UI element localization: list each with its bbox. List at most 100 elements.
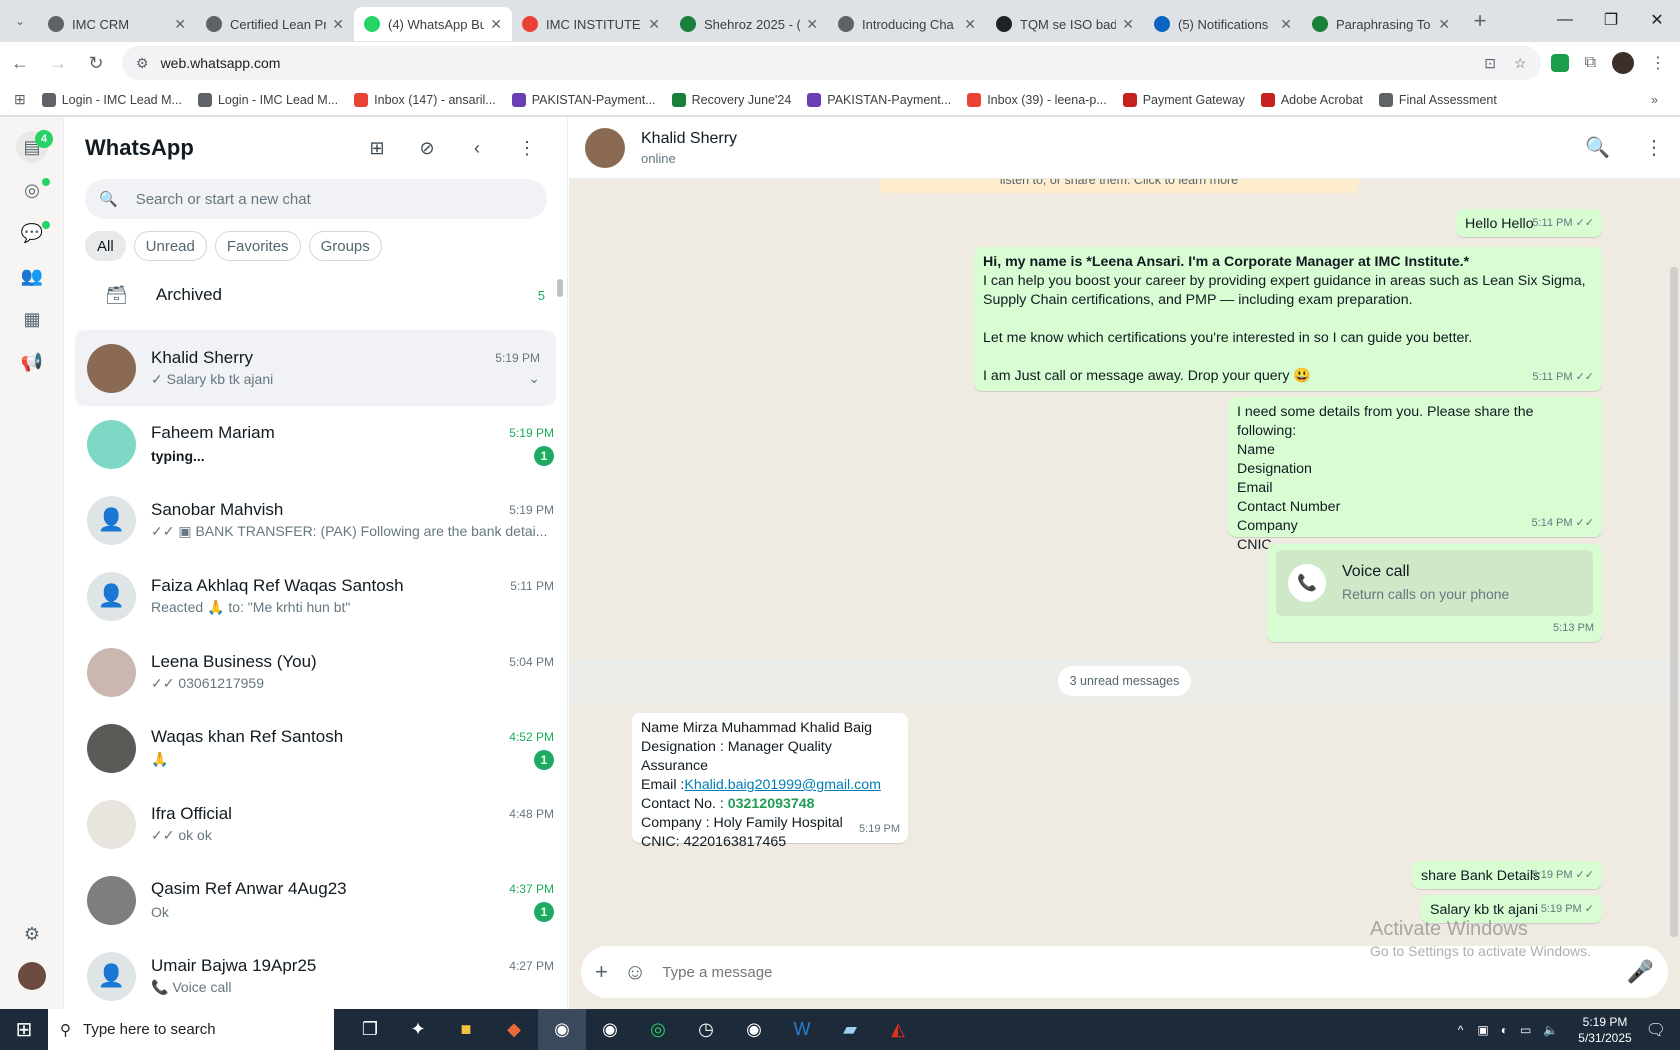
new-tab-button[interactable]: + (1462, 3, 1498, 39)
bookmark-item[interactable]: Inbox (147) - ansaril... (354, 92, 496, 107)
bookmark-item[interactable]: PAKISTAN-Payment... (511, 92, 656, 107)
chat-list-item[interactable]: 👤 Faiza Akhlaq Ref Waqas Santosh 5:11 PM Re… (65, 558, 568, 634)
ads-megaphone-icon[interactable]: 📢 (16, 346, 48, 378)
close-window-button[interactable]: ✕ (1634, 0, 1680, 40)
tab-close-icon[interactable]: ✕ (1122, 16, 1134, 33)
bookmark-star-icon[interactable]: ☆ (1514, 55, 1527, 72)
settings-gear-icon[interactable]: ⚙ (16, 918, 48, 950)
windows-start-icon[interactable]: ⊞ (0, 1009, 48, 1050)
message-bubble-outgoing[interactable]: I need some details from you. Please sha… (1228, 397, 1602, 553)
bookmark-item[interactable]: Inbox (39) - leena-p... (967, 92, 1107, 107)
taskbar-clock[interactable]: 5:19 PM 5/31/2025 (1578, 1014, 1631, 1046)
whatsapp-icon[interactable]: ◎ (634, 1009, 682, 1050)
chrome-icon[interactable]: ◉ (538, 1009, 586, 1050)
browser-tab[interactable]: IMC CRM ✕ (38, 7, 196, 41)
acrobat-icon[interactable]: ◭ (874, 1009, 922, 1050)
email-link[interactable]: Khalid.baig201999@gmail.com (684, 777, 881, 793)
chat-list-item[interactable]: Leena Business (You) 5:04 PM ✓✓ 0306121795… (65, 634, 568, 710)
browser-tab[interactable]: TQM se ISO bad ✕ (986, 7, 1144, 41)
message-bubble-outgoing[interactable]: share Bank Details 5:19 PM ✓✓ (1412, 861, 1602, 889)
profile-avatar[interactable] (1612, 52, 1634, 74)
taskbar-search[interactable]: ⚲ Type here to search (48, 1009, 334, 1050)
chat-list-item[interactable]: Waqas khan Ref Santosh 4:52 PM 🙏 1 (65, 710, 568, 786)
message-bubble-outgoing[interactable]: Hi, my name is *Leena Ansari. I'm a Corp… (974, 247, 1602, 391)
volume-icon[interactable]: 🔈 (1543, 1023, 1558, 1037)
minimize-button[interactable]: — (1542, 0, 1588, 40)
app-icon[interactable]: ◆ (490, 1009, 538, 1050)
chat-list-item[interactable]: Khalid Sherry 5:19 PM ✓ Salary kb tk ajani… (75, 330, 556, 406)
catalog-icon[interactable]: ▦ (16, 303, 48, 335)
browser-tab[interactable]: Certified Lean Pr ✕ (196, 7, 354, 41)
conversation-header[interactable]: Khalid Sherry online 🔍 ⋮ (569, 117, 1680, 179)
phone-number-link[interactable]: 03212093748 (728, 796, 815, 812)
bookmark-item[interactable]: Adobe Acrobat (1260, 92, 1363, 107)
menu-dots-icon[interactable]: ⋮ (1644, 135, 1664, 160)
chat-list-item[interactable]: Ifra Official 4:48 PM ✓✓ ok ok (65, 786, 568, 862)
chat-list-item[interactable]: 👤 Umair Bajwa 19Apr25 4:27 PM 📞 Voice call (65, 938, 568, 1014)
address-bar[interactable]: ⚙ web.whatsapp.com ⊡ ☆ (122, 46, 1541, 80)
reload-button[interactable]: ↻ (78, 45, 114, 81)
tab-close-icon[interactable]: ✕ (648, 16, 660, 33)
chrome-icon[interactable]: ◉ (586, 1009, 634, 1050)
site-info-icon[interactable]: ⚙ (136, 55, 149, 72)
tab-close-icon[interactable]: ✕ (490, 16, 502, 33)
bookmark-item[interactable]: Login - IMC Lead M... (41, 92, 182, 107)
browser-tab[interactable]: Shehroz 2025 - (✕ (670, 7, 828, 41)
contact-avatar[interactable] (585, 127, 625, 168)
conversation-scrollbar[interactable] (1670, 267, 1678, 937)
browser-tab[interactable]: (5) Notifications ✕ (1144, 7, 1302, 41)
menu-dots-icon[interactable]: ⋮ (507, 128, 547, 168)
tab-search-chevron-icon[interactable]: ⌄ (2, 3, 38, 39)
bookmark-item[interactable]: Final Assessment (1378, 92, 1497, 107)
chat-list-item[interactable]: 👤 Sanobar Mahvish 5:19 PM ✓✓ ▣ BANK TRANSFE… (65, 482, 568, 558)
tab-close-icon[interactable]: ✕ (1280, 16, 1292, 33)
browser-tab[interactable]: Introducing Cha ✕ (828, 7, 986, 41)
bookmark-item[interactable]: Recovery June'24 (671, 92, 791, 107)
forward-button[interactable]: → (40, 45, 76, 81)
bookmark-item[interactable]: Payment Gateway (1122, 92, 1245, 107)
bookmark-item[interactable]: Login - IMC Lead M... (197, 92, 338, 107)
browser-tab[interactable]: IMC INSTITUTE | ✕ (512, 7, 670, 41)
archived-row[interactable]: 🗃 Archived 5 (65, 265, 567, 325)
bookmark-item[interactable]: PAKISTAN-Payment... (807, 92, 951, 107)
tray-app-icon[interactable]: ◐ (1501, 1023, 1508, 1037)
new-chat-icon[interactable]: ⊞ (357, 128, 397, 168)
tab-close-icon[interactable]: ✕ (332, 16, 344, 33)
bookmarks-overflow-icon[interactable]: » (1651, 93, 1658, 107)
file-explorer-icon[interactable]: ■ (442, 1009, 490, 1050)
back-button[interactable]: ← (2, 45, 38, 81)
extensions-puzzle-icon[interactable]: ⧉ (1585, 54, 1596, 72)
chevron-down-icon[interactable]: ⌄ (528, 370, 540, 387)
sidebar-scrollbar[interactable] (557, 279, 563, 297)
network-icon[interactable]: ▭ (1520, 1023, 1531, 1037)
clock-app-icon[interactable]: ◷ (682, 1009, 730, 1050)
task-view-icon[interactable]: ❐ (346, 1009, 394, 1050)
emoji-sticker-icon[interactable]: ☺ (624, 959, 646, 985)
copilot-icon[interactable]: ✦ (394, 1009, 442, 1050)
notification-icon[interactable]: 🗨 (1646, 1020, 1666, 1040)
chat-list-item[interactable]: Faheem Mariam 5:19 PM typing... 1 (65, 406, 568, 482)
tab-close-icon[interactable]: ✕ (174, 16, 186, 33)
back-chevron-icon[interactable]: ‹ (457, 128, 497, 168)
message-bubble-incoming[interactable]: Name Mirza Muhammad Khalid Baig Designat… (632, 713, 908, 850)
microphone-icon[interactable]: 🎤 (1627, 959, 1654, 985)
browser-tab[interactable]: (4) WhatsApp Bu ✕ (354, 7, 512, 41)
install-app-icon[interactable]: ⊡ (1484, 55, 1496, 72)
hide-eye-icon[interactable]: ⊘ (407, 128, 447, 168)
extension-green-icon[interactable] (1550, 54, 1569, 72)
message-input[interactable] (662, 963, 1627, 981)
browser-menu-icon[interactable]: ⋮ (1650, 53, 1666, 73)
attach-plus-icon[interactable]: + (595, 959, 608, 985)
word-icon[interactable]: W (778, 1009, 826, 1050)
search-icon[interactable]: 🔍 (1585, 135, 1610, 160)
communities-icon[interactable]: 👥 (16, 260, 48, 292)
restore-button[interactable]: ❐ (1588, 0, 1634, 40)
browser-tab[interactable]: Paraphrasing To ✕ (1302, 7, 1460, 41)
encryption-notice[interactable]: listen to, or share them. Click to learn… (879, 179, 1359, 193)
apps-grid-icon[interactable]: ⊞ (14, 91, 26, 108)
tab-close-icon[interactable]: ✕ (806, 16, 818, 33)
filter-chip[interactable]: Groups (308, 231, 382, 261)
tab-close-icon[interactable]: ✕ (1438, 16, 1450, 33)
tab-close-icon[interactable]: ✕ (964, 16, 976, 33)
tray-chevron-icon[interactable]: ^ (1458, 1023, 1464, 1037)
